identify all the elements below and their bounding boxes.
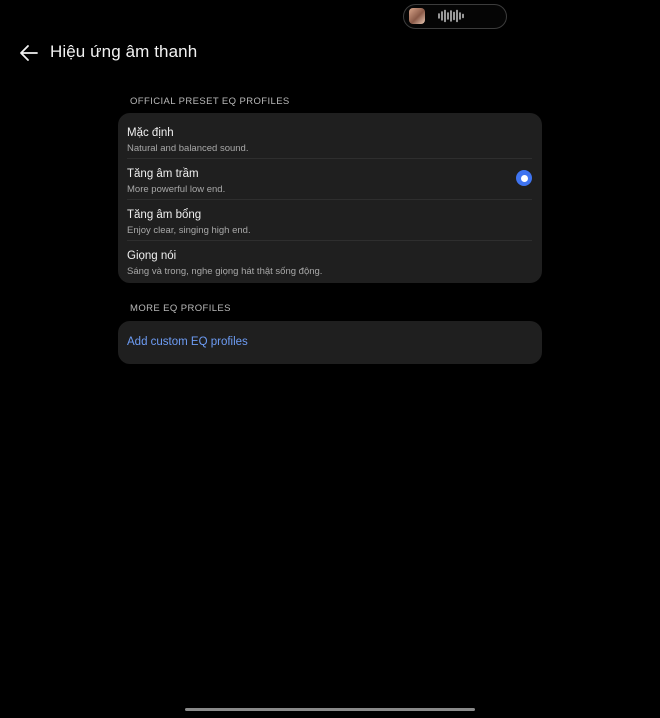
eq-option-treble-boost[interactable]: Tăng âm bổng Enjoy clear, singing high e…	[118, 199, 542, 240]
eq-option-voice[interactable]: Giọng nói Sáng và trong, nghe giọng hát …	[118, 240, 542, 281]
page-title: Hiệu ứng âm thanh	[50, 42, 198, 61]
eq-option-subtitle: Enjoy clear, singing high end.	[127, 225, 251, 236]
arrow-left-icon	[20, 45, 38, 61]
eq-option-subtitle: Natural and balanced sound.	[127, 143, 249, 154]
eq-option-title: Tăng âm trầm	[127, 168, 199, 180]
eq-option-subtitle: Sáng và trong, nghe giọng hát thật sống …	[127, 266, 323, 277]
eq-option-title: Giọng nói	[127, 250, 177, 262]
sound-effects-screen: Hiệu ứng âm thanh OFFICIAL PRESET EQ PRO…	[0, 0, 660, 718]
preset-eq-list: Mặc định Natural and balanced sound. Tăn…	[118, 113, 542, 283]
more-eq-section-label: MORE EQ PROFILES	[130, 303, 231, 314]
album-art-thumbnail	[409, 8, 425, 24]
eq-option-title: Tăng âm bổng	[127, 209, 202, 221]
media-playback-pill[interactable]	[403, 4, 507, 29]
eq-option-subtitle: More powerful low end.	[127, 184, 226, 195]
more-eq-card: Add custom EQ profiles	[118, 321, 542, 364]
back-button[interactable]	[16, 40, 42, 66]
gesture-navigation-handle[interactable]	[185, 708, 475, 711]
official-preset-section-label: OFFICIAL PRESET EQ PROFILES	[130, 96, 290, 107]
eq-option-bass-boost[interactable]: Tăng âm trầm More powerful low end.	[118, 158, 542, 199]
add-custom-eq-link[interactable]: Add custom EQ profiles	[127, 336, 248, 348]
audio-waveform-icon	[438, 9, 464, 23]
eq-option-title: Mặc định	[127, 127, 174, 139]
selected-radio-button[interactable]	[516, 170, 532, 186]
eq-option-default[interactable]: Mặc định Natural and balanced sound.	[118, 117, 542, 158]
